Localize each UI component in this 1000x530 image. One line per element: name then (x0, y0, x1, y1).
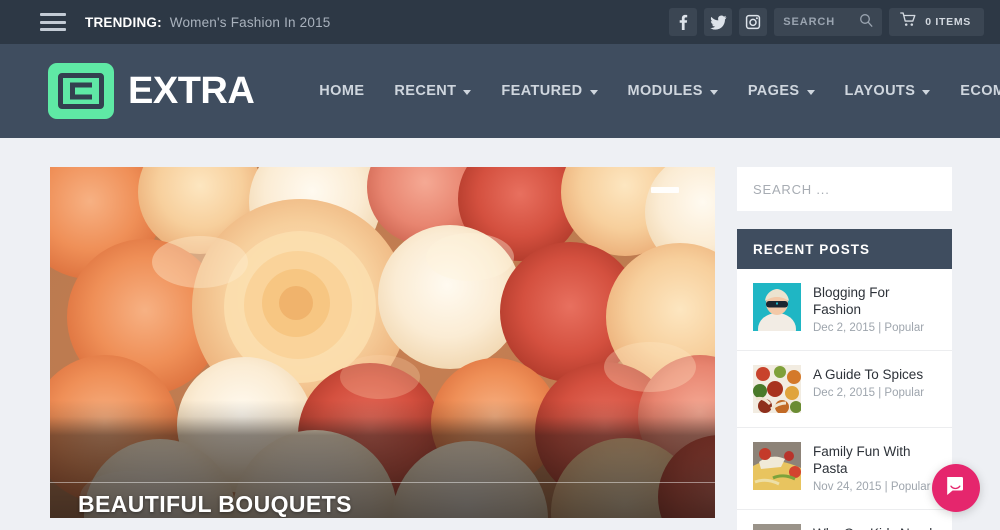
cart-button[interactable]: 0 ITEMS (889, 8, 984, 36)
list-item[interactable]: Blogging For Fashion Dec 2, 2015 | Popul… (737, 269, 952, 351)
nav-label: RECENT (394, 83, 457, 99)
site-logo[interactable]: EXTRA (48, 63, 255, 119)
post-meta-separator: | (878, 387, 882, 399)
nav-label: HOME (319, 83, 365, 99)
nav-label: MODULES (627, 83, 703, 99)
post-meta-separator: | (878, 322, 882, 334)
chevron-down-icon (589, 89, 598, 95)
post-date: Nov 24, 2015 (813, 481, 882, 493)
nav-item-featured[interactable]: FEATURED (486, 83, 612, 99)
slider-pagination-indicator[interactable] (651, 187, 679, 193)
page-body: BEAUTIFUL BOUQUETS RECENT POSTS (0, 138, 1000, 530)
nav-label: LAYOUTS (844, 83, 916, 99)
post-title[interactable]: A Guide To Spices (813, 366, 924, 383)
trending-headline[interactable]: Women's Fashion In 2015 (170, 15, 331, 30)
post-date: Dec 2, 2015 (813, 322, 876, 334)
list-item[interactable]: A Guide To Spices Dec 2, 2015 | Popular (737, 351, 952, 428)
site-logo-text: EXTRA (128, 70, 255, 112)
post-title[interactable]: Family Fun With Pasta (813, 443, 938, 477)
nav-label: PAGES (747, 83, 800, 99)
hero-post-title[interactable]: BEAUTIFUL BOUQUETS (78, 491, 352, 518)
nav-item-ecommerce[interactable]: ECOMMERCE (945, 83, 1000, 99)
site-header: EXTRA HOME RECENT FEATURED MODULES PAGES… (0, 44, 1000, 138)
top-bar: TRENDING: Women's Fashion In 2015 SEARCH… (0, 0, 1000, 44)
nav-item-modules[interactable]: MODULES (613, 83, 733, 99)
post-meta: Dec 2, 2015 | Popular (813, 386, 924, 401)
nav-item-home[interactable]: HOME (304, 83, 379, 99)
nav-label: FEATURED (501, 83, 583, 99)
nav-label: ECOMMERCE (960, 83, 1000, 99)
trending-label: TRENDING: (85, 14, 162, 30)
top-search-input[interactable] (783, 16, 858, 28)
post-content: Blogging For Fashion Dec 2, 2015 | Popul… (813, 283, 938, 336)
featured-slider[interactable]: BEAUTIFUL BOUQUETS (50, 167, 715, 518)
nav-item-pages[interactable]: PAGES (733, 83, 830, 99)
hero-divider (50, 482, 715, 483)
post-thumbnail (753, 524, 801, 530)
sidebar-search-box[interactable] (737, 167, 952, 211)
post-meta: Nov 24, 2015 | Popular (813, 480, 938, 495)
chat-launcher-button[interactable] (932, 464, 980, 512)
extra-e-logo-icon (48, 63, 114, 119)
top-bar-actions: 0 ITEMS (669, 8, 984, 36)
recent-posts-header: RECENT POSTS (737, 229, 952, 269)
facebook-icon[interactable] (669, 8, 698, 36)
hamburger-icon[interactable] (40, 13, 66, 31)
chat-bubble-icon (944, 474, 968, 503)
post-content: Family Fun With Pasta Nov 24, 2015 | Pop… (813, 442, 938, 495)
post-meta-separator: | (884, 481, 888, 493)
chevron-down-icon (463, 89, 472, 95)
twitter-icon[interactable] (704, 8, 733, 36)
chevron-down-icon (806, 89, 815, 95)
post-content: A Guide To Spices Dec 2, 2015 | Popular (813, 365, 924, 401)
recent-posts-widget: RECENT POSTS Blogging For Fashion Dec 2,… (737, 229, 952, 530)
post-thumbnail (753, 283, 801, 331)
cart-item-count: 0 ITEMS (925, 16, 971, 28)
chevron-down-icon (922, 89, 931, 95)
chevron-down-icon (709, 89, 718, 95)
post-title[interactable]: Why Our Kids Need Play (813, 525, 938, 530)
sidebar: RECENT POSTS Blogging For Fashion (737, 167, 952, 530)
list-item[interactable]: Why Our Kids Need Play (737, 510, 952, 530)
post-category[interactable]: Popular (884, 387, 924, 399)
post-category[interactable]: Popular (884, 322, 924, 334)
post-content: Why Our Kids Need Play (813, 524, 938, 530)
list-item[interactable]: Family Fun With Pasta Nov 24, 2015 | Pop… (737, 428, 952, 510)
post-date: Dec 2, 2015 (813, 387, 876, 399)
nav-item-recent[interactable]: RECENT (379, 83, 486, 99)
post-thumbnail (753, 365, 801, 413)
post-meta: Dec 2, 2015 | Popular (813, 321, 938, 336)
post-thumbnail (753, 442, 801, 490)
post-title[interactable]: Blogging For Fashion (813, 284, 938, 318)
instagram-icon[interactable] (739, 8, 768, 36)
shopping-cart-icon (900, 12, 917, 32)
trending-ticker[interactable]: TRENDING: Women's Fashion In 2015 (85, 15, 331, 30)
nav-item-layouts[interactable]: LAYOUTS (830, 83, 946, 99)
sidebar-search-input[interactable] (753, 181, 936, 197)
primary-navigation: HOME RECENT FEATURED MODULES PAGES LAYOU… (304, 83, 1000, 99)
post-category[interactable]: Popular (891, 481, 931, 493)
top-search-box[interactable] (774, 8, 883, 36)
recent-posts-title: RECENT POSTS (753, 241, 871, 257)
magnifier-icon[interactable] (859, 13, 873, 32)
